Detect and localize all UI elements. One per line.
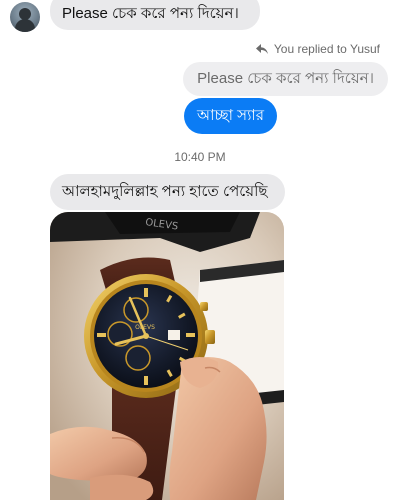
reply-arrow-icon [255, 44, 268, 54]
quoted-message-bubble[interactable]: Please চেক করে পন্য দিয়েন। [183, 62, 388, 96]
reply-indicator: You replied to Yusuf [255, 42, 380, 56]
incoming-message-text: Please চেক করে পন্য দিয়েন। [62, 5, 239, 22]
reply-indicator-text: You replied to Yusuf [273, 42, 380, 56]
watch-brand-text: OLEVS [135, 324, 155, 331]
contact-avatar[interactable] [10, 2, 40, 32]
quoted-message-text: Please চেক করে পন্য দিয়েন। [197, 70, 374, 87]
outgoing-message-text: আচ্ছা স্যার [196, 107, 265, 124]
message-timestamp: 10:40 PM [174, 150, 226, 164]
incoming-message-bubble-2[interactable]: আলহামদুলিল্লাহ পন্য হাতে পেয়েছি [50, 174, 285, 210]
incoming-message-bubble[interactable]: Please চেক করে পন্য দিয়েন। [50, 0, 260, 30]
outgoing-message-bubble[interactable]: আচ্ছা স্যার [184, 98, 277, 134]
incoming-message-text-2: আলহামদুলিল্লাহ পন্য হাতে পেয়েছি [62, 183, 268, 200]
watch-photo-image: OLEVS OLEVS [50, 212, 284, 500]
received-photo[interactable]: OLEVS OLEVS [50, 212, 284, 500]
avatar-shoulders [15, 19, 35, 32]
